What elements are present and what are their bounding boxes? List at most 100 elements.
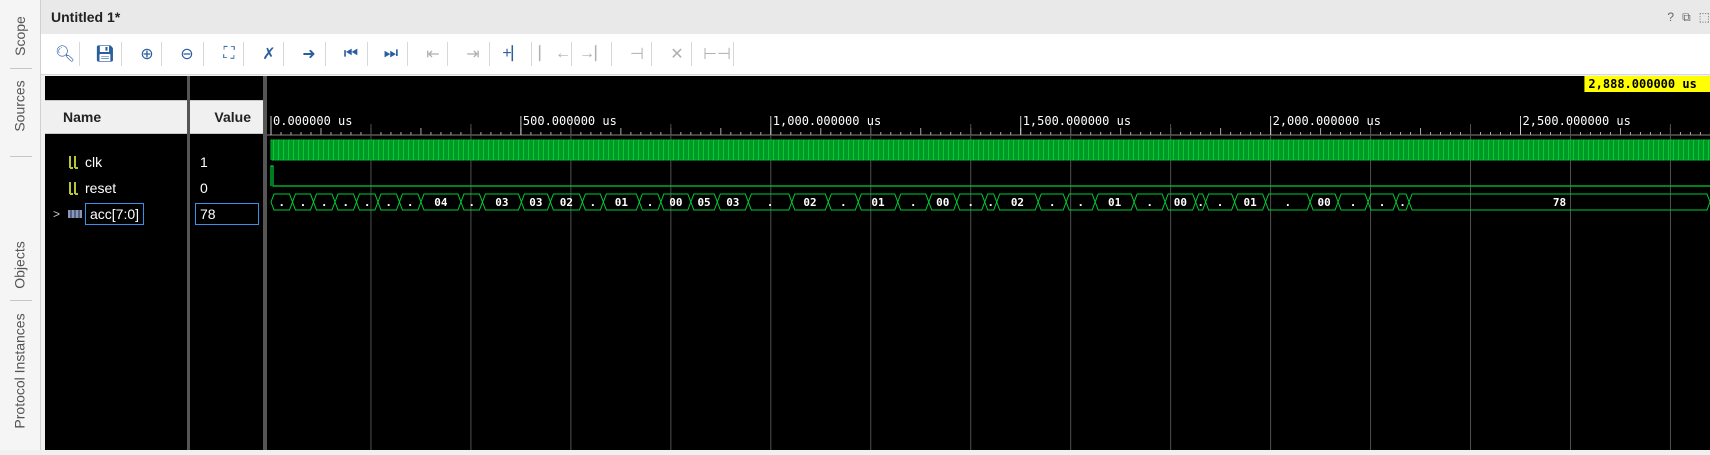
goto-start-icon[interactable]: ⏮ xyxy=(339,42,363,66)
next-marker-icon[interactable]: →⎸ xyxy=(579,42,611,66)
side-tab-protocol-instances[interactable]: Protocol Instances xyxy=(0,306,40,436)
value-column-header[interactable]: Value xyxy=(190,100,263,134)
next-transition-icon[interactable]: ⇥ xyxy=(461,42,485,66)
bus-value-label: . xyxy=(1197,196,1204,209)
bus-value-label: 00 xyxy=(1317,196,1330,209)
bus-value-label: 02 xyxy=(803,196,816,209)
bit-signal-icon xyxy=(69,182,78,195)
bus-value-label: . xyxy=(1399,196,1406,209)
divider xyxy=(10,68,32,69)
bus-signal-icon xyxy=(68,210,82,218)
bus-value-label: . xyxy=(910,196,917,209)
toolbar-separator xyxy=(733,42,734,66)
bus-value-label: . xyxy=(321,196,328,209)
toolbar: 🔍︎ 💾︎ ⊕ ⊖ ⛶ ✗ ➜ ⏮ ⏭ ⇤ ⇥ +⎸ ⎸← →⎸ ⊣ ✕ ⊢⊣ xyxy=(41,34,1710,75)
side-tab-bar: Scope Sources Objects Protocol Instances xyxy=(0,0,41,450)
title-bar: Untitled 1* ? ⧉ ⬚ xyxy=(41,0,1710,34)
ruler-label: 2,000.000000 us xyxy=(1273,114,1381,128)
toolbar-separator xyxy=(489,42,490,66)
signal-value: 78 xyxy=(195,203,259,225)
bus-value-label: . xyxy=(1049,196,1056,209)
signal-row-reset[interactable]: reset xyxy=(67,176,116,200)
toolbar-separator xyxy=(161,42,162,66)
snap-icon[interactable]: ⊢⊣ xyxy=(703,42,731,66)
bus-value-label: . xyxy=(967,196,974,209)
bit-signal-icon xyxy=(69,156,78,169)
side-tab-sources[interactable]: Sources xyxy=(0,74,40,138)
goto-end-icon[interactable]: ⏭ xyxy=(379,42,403,66)
toolbar-separator xyxy=(367,42,368,66)
toolbar-separator xyxy=(531,42,532,66)
values-pane: Value 1 0 78 xyxy=(190,76,263,450)
signal-value-box[interactable]: 78 xyxy=(195,202,259,226)
side-tab-scope[interactable]: Scope xyxy=(0,8,40,64)
toolbar-separator xyxy=(571,42,572,66)
zoom-fit-icon[interactable]: ⛶ xyxy=(217,42,241,66)
waveform-pane[interactable]: 2,888.000000 us 0.000000 us 500.000000 us 1… xyxy=(267,76,1710,450)
bus-value-label: . xyxy=(300,196,307,209)
restore-icon[interactable]: ⧉ xyxy=(1682,10,1691,25)
bus-value-label: 01 xyxy=(615,196,629,209)
signal-name: acc[7:0] xyxy=(85,203,145,225)
window-controls: ? ⧉ ⬚ xyxy=(1667,10,1710,25)
toolbar-separator xyxy=(691,42,692,66)
expand-chevron-icon[interactable]: > xyxy=(53,207,67,221)
bus-value-label: . xyxy=(407,196,414,209)
bus-value-label: . xyxy=(385,196,392,209)
prev-transition-icon[interactable]: ⇤ xyxy=(421,42,445,66)
side-tab-protocol-instances-label: Protocol Instances xyxy=(12,313,29,429)
signal-value: 0 xyxy=(200,180,208,196)
bus-value-label: 03 xyxy=(726,196,739,209)
signal-row-acc[interactable]: > acc[7:0] xyxy=(53,202,145,226)
help-icon[interactable]: ? xyxy=(1667,10,1674,25)
cursor-icon[interactable]: ✗ xyxy=(257,42,281,66)
bus-value-label: . xyxy=(1217,196,1224,209)
divider xyxy=(10,156,32,157)
maximize-icon[interactable]: ⬚ xyxy=(1699,10,1710,25)
bus-value-label: 02 xyxy=(560,196,573,209)
bus-value-label: 00 xyxy=(1174,196,1187,209)
bus-value-label: . xyxy=(342,196,349,209)
side-tab-scope-label: Scope xyxy=(11,16,28,56)
bus-value-label: . xyxy=(1350,196,1357,209)
ruler-label: 0.000000 us xyxy=(273,114,352,128)
toolbar-separator xyxy=(121,42,122,66)
bus-value-label: . xyxy=(1077,196,1084,209)
toolbar-separator xyxy=(651,42,652,66)
delete-marker-icon[interactable]: ✕ xyxy=(665,42,689,66)
bus-value-label: . xyxy=(590,196,597,209)
signal-value: 1 xyxy=(200,154,208,170)
bus-value-label: . xyxy=(1285,196,1292,209)
toolbar-separator xyxy=(79,42,80,66)
zoom-in-icon[interactable]: ⊕ xyxy=(135,42,159,66)
name-column-header[interactable]: Name xyxy=(45,100,187,134)
bus-value-label: 00 xyxy=(936,196,949,209)
bus-value-label: . xyxy=(278,196,285,209)
zoom-out-icon[interactable]: ⊖ xyxy=(175,42,199,66)
bus-value-label: . xyxy=(767,196,774,209)
toolbar-separator xyxy=(611,42,612,66)
ruler-label: 2,500.000000 us xyxy=(1523,114,1631,128)
bus-value-label: . xyxy=(647,196,654,209)
search-icon[interactable]: 🔍︎ xyxy=(53,42,77,66)
cursor-time-label: 2,888.000000 us xyxy=(1588,77,1696,91)
divider xyxy=(10,300,32,301)
bus-value-label: . xyxy=(468,196,475,209)
side-tab-sources-label: Sources xyxy=(12,80,29,132)
waveform-canvas[interactable]: 2,888.000000 us 0.000000 us 500.000000 us 1… xyxy=(267,76,1710,450)
add-marker-icon[interactable]: +⎸ xyxy=(502,42,527,66)
bus-value-label: 78 xyxy=(1553,196,1566,209)
goto-cursor-icon[interactable]: ➜ xyxy=(297,42,321,66)
prev-marker-icon[interactable]: ⎸← xyxy=(539,42,571,66)
signal-row-clk[interactable]: clk xyxy=(67,150,102,174)
bus-value-label: 03 xyxy=(495,196,508,209)
bus-value-label: 01 xyxy=(871,196,885,209)
save-icon[interactable]: 💾︎ xyxy=(93,42,117,66)
toolbar-separator xyxy=(407,42,408,66)
side-tab-objects[interactable]: Objects xyxy=(0,230,40,300)
signal-name: clk xyxy=(85,154,103,170)
reset-waveform xyxy=(270,165,1710,187)
page-title: Untitled 1* xyxy=(51,9,121,25)
swap-cursors-icon[interactable]: ⊣ xyxy=(625,42,649,66)
toolbar-separator xyxy=(283,42,284,66)
